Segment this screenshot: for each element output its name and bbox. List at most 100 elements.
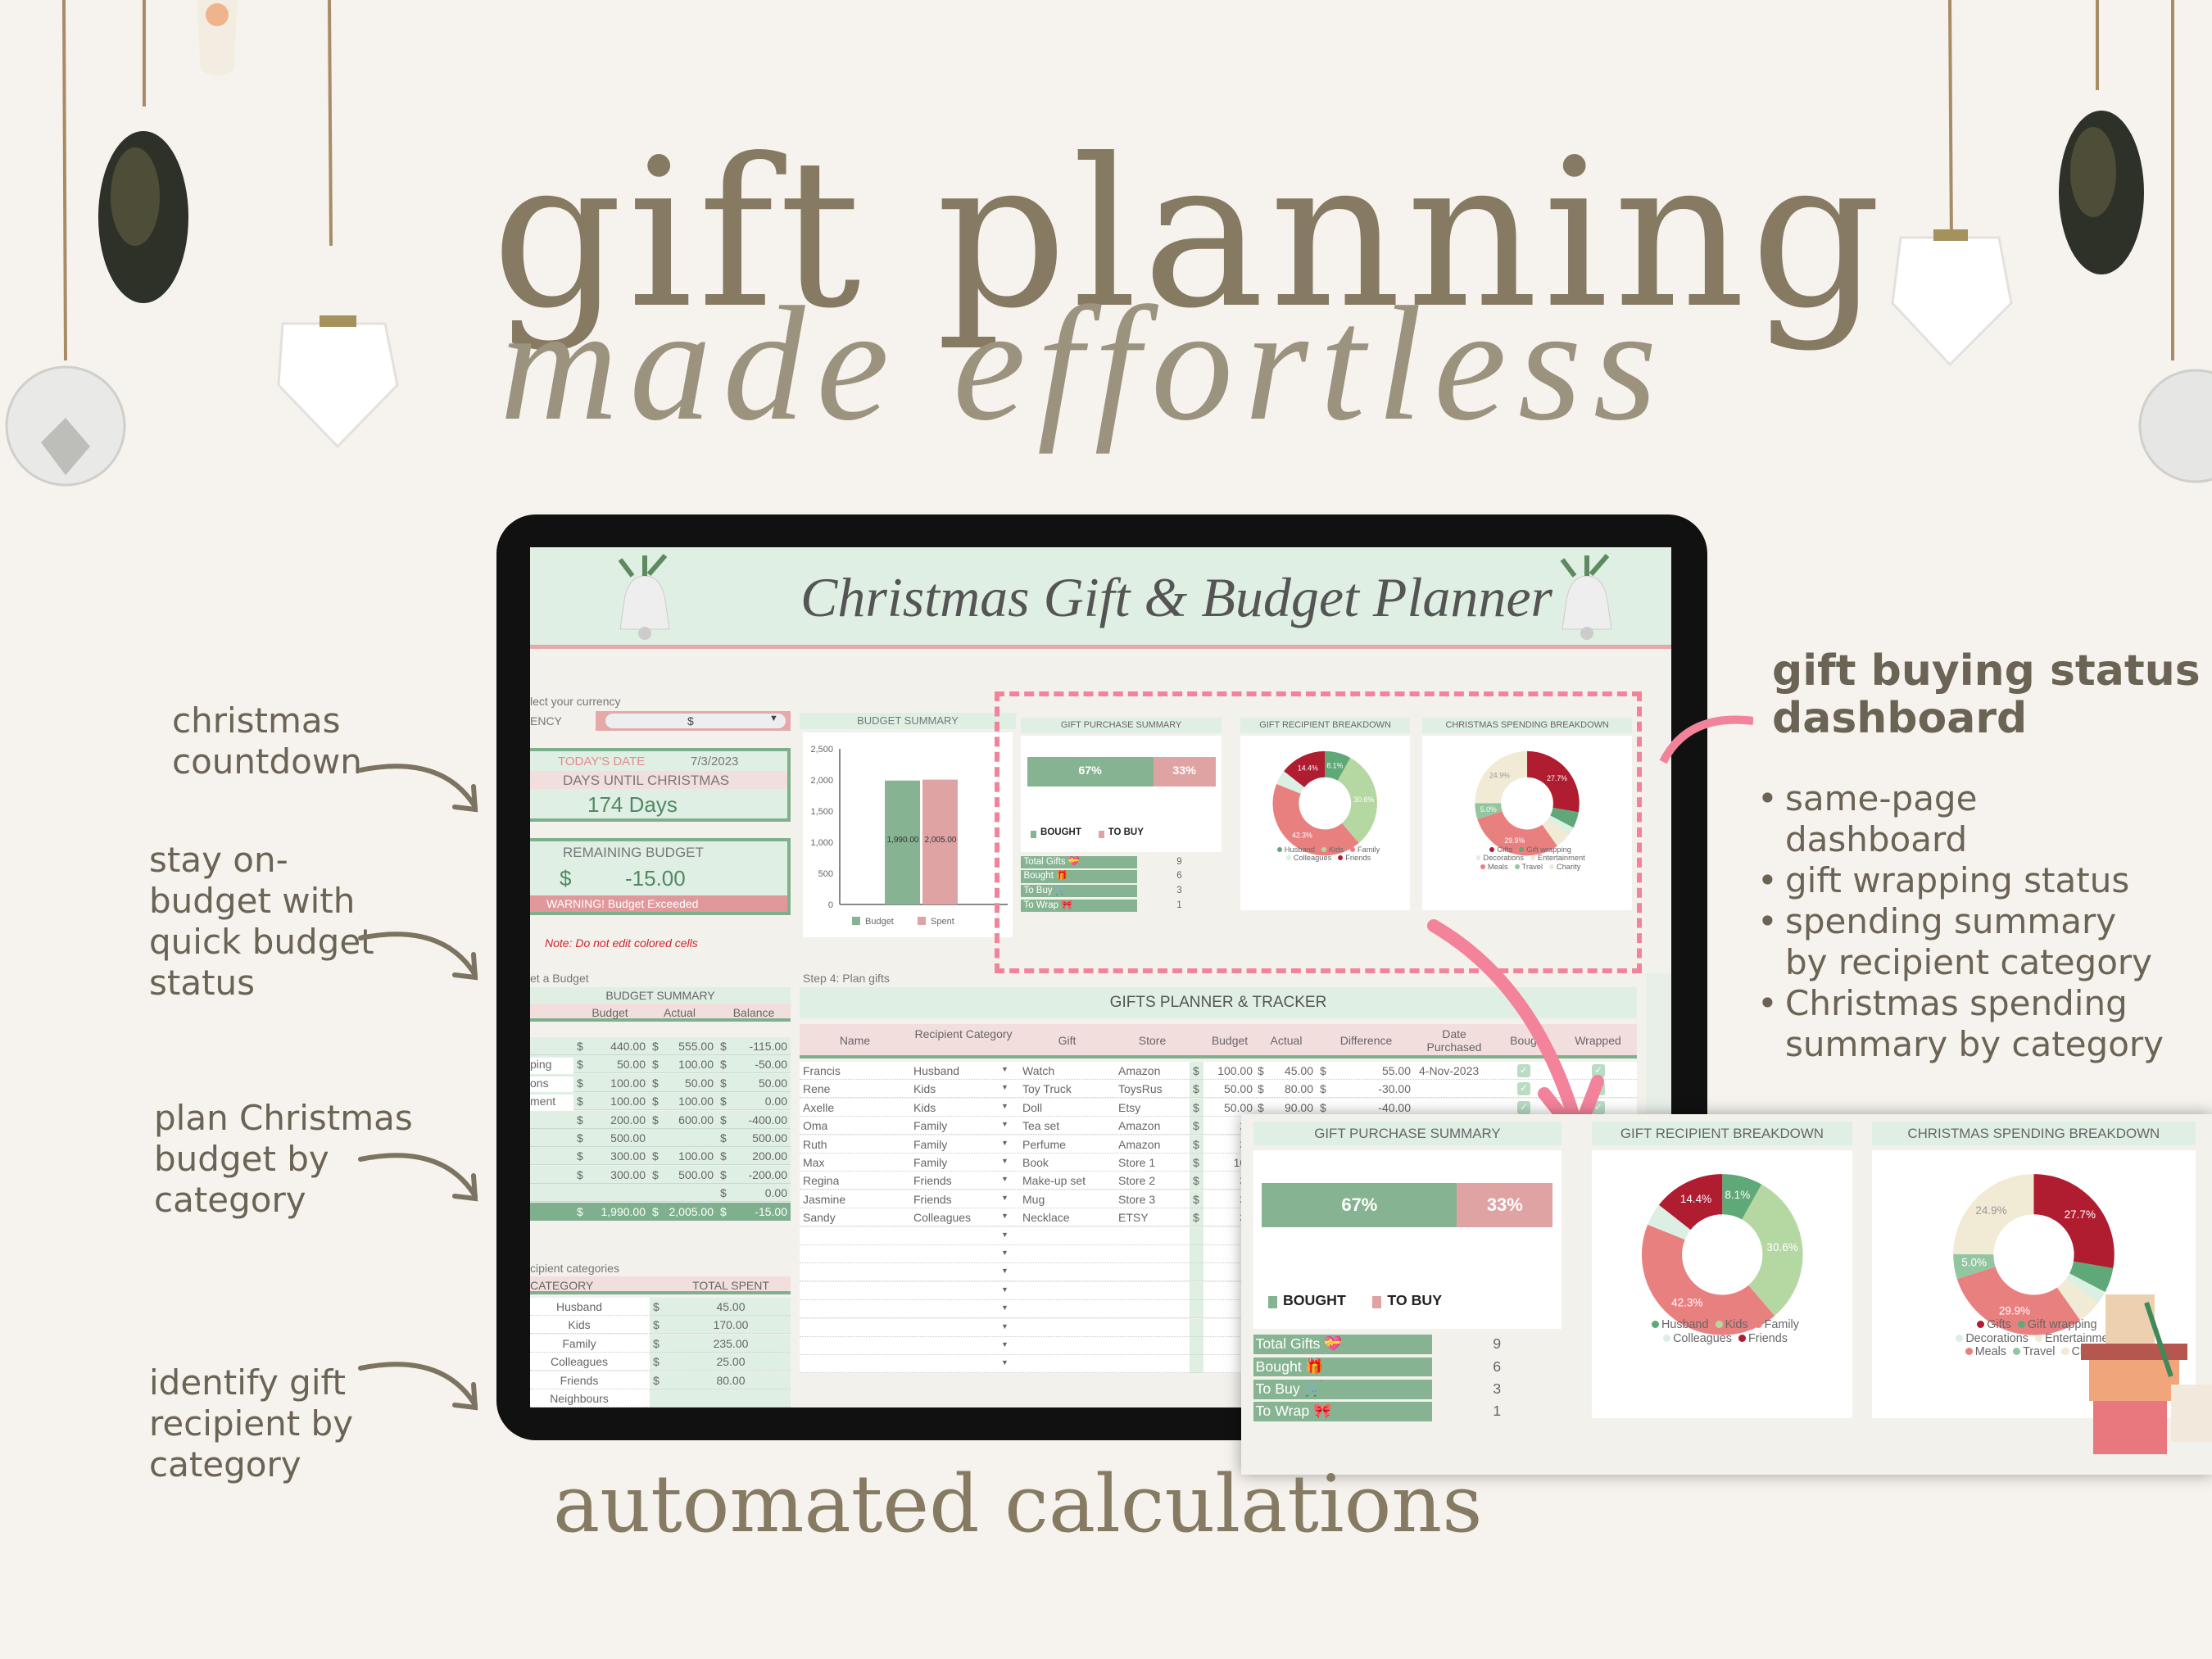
currency-symbol: $ <box>720 1113 727 1126</box>
category-label: ping <box>530 1058 573 1075</box>
recipient-category-cell[interactable]: Husband <box>913 1064 959 1077</box>
legend-row: Colleagues Friends <box>1592 1332 1853 1345</box>
gift-cell[interactable]: Make-up set <box>1022 1174 1086 1187</box>
chevron-down-icon[interactable]: ▼ <box>1001 1083 1009 1091</box>
store-cell[interactable]: Store 2 <box>1118 1174 1155 1187</box>
currency-symbol: $ <box>653 1373 660 1387</box>
gift-cell[interactable]: Necklace <box>1022 1211 1070 1224</box>
budget-value: 0.00 <box>764 1186 787 1200</box>
recipient-category-cell[interactable]: Friends <box>913 1193 952 1206</box>
gift-cell[interactable]: Watch <box>1022 1064 1054 1077</box>
bell-ornament-icon <box>618 554 670 640</box>
footer-tagline: automated calculations <box>553 1458 1483 1550</box>
name-cell[interactable]: Jasmine <box>803 1193 845 1206</box>
store-cell[interactable]: ETSY <box>1118 1211 1149 1224</box>
stat-value: 3 <box>1432 1379 1562 1399</box>
recipient-category-cell[interactable]: Kids <box>913 1101 936 1114</box>
currency-row: ENCY $ ▼ <box>530 711 791 731</box>
store-cell[interactable]: ToysRus <box>1118 1082 1163 1095</box>
budget-value: -400.00 <box>748 1113 787 1126</box>
column-header: Recipient Category <box>914 1027 1013 1040</box>
currency-symbol: $ <box>1320 1100 1326 1114</box>
feature-item: gift wrapping status <box>1757 860 2164 901</box>
budget-value: 600.00 <box>678 1113 714 1126</box>
y-tick-label: 0 <box>828 900 833 910</box>
chevron-down-icon[interactable]: ▼ <box>1001 1157 1009 1165</box>
store-cell[interactable]: Amazon <box>1118 1138 1160 1151</box>
currency-symbol: $ <box>1193 1174 1199 1188</box>
gift-cell[interactable]: Toy Truck <box>1022 1082 1072 1095</box>
column-header: TOTAL SPENT <box>692 1279 769 1292</box>
budget-cell[interactable]: 50.00 <box>1203 1082 1253 1095</box>
slice-gifts <box>2033 1173 2115 1268</box>
store-cell[interactable]: Amazon <box>1118 1119 1160 1132</box>
chevron-down-icon[interactable]: ▼ <box>1001 1340 1009 1349</box>
gift-cell[interactable]: Doll <box>1022 1101 1042 1114</box>
name-cell[interactable]: Max <box>803 1156 824 1169</box>
store-cell[interactable]: Store 1 <box>1118 1156 1155 1169</box>
stat-label: To Wrap 🎀 <box>1253 1402 1433 1421</box>
chevron-down-icon[interactable]: ▼ <box>1001 1249 1009 1257</box>
annotation-budget: stay on-budget with quick budget status <box>149 840 374 1003</box>
legend-label: TO BUY <box>1387 1291 1443 1308</box>
gift-cell[interactable]: Perfume <box>1022 1138 1066 1151</box>
currency-symbol: $ <box>653 1355 660 1369</box>
recipient-category-cell[interactable]: Family <box>913 1138 947 1151</box>
column-header: Name <box>839 1034 871 1047</box>
gift-cell[interactable]: Mug <box>1022 1193 1045 1206</box>
name-cell[interactable]: Rene <box>803 1082 830 1095</box>
actual-cell[interactable]: 90.00 <box>1267 1101 1313 1114</box>
gift-cell[interactable]: Book <box>1022 1156 1049 1169</box>
budget-total: 1,990.00 <box>601 1204 646 1218</box>
name-cell[interactable]: Axelle <box>803 1101 834 1114</box>
chevron-down-icon[interactable]: ▼ <box>1001 1065 1009 1073</box>
budget-value: 100.00 <box>678 1149 714 1163</box>
legend-swatch <box>1372 1296 1382 1308</box>
recipient-category-cell[interactable]: Colleagues <box>913 1211 971 1224</box>
column-header: Difference <box>1339 1034 1393 1047</box>
chevron-down-icon[interactable]: ▼ <box>1001 1120 1009 1128</box>
todays-date: 7/3/2023 <box>691 755 739 768</box>
bought-bar: 67% <box>1262 1182 1457 1228</box>
legend-label: Spent <box>931 917 954 927</box>
store-cell[interactable]: Amazon <box>1118 1064 1160 1077</box>
recipient-category-cell[interactable]: Family <box>913 1156 947 1169</box>
name-cell[interactable]: Sandy <box>803 1211 836 1224</box>
store-cell[interactable]: Store 3 <box>1118 1193 1155 1206</box>
name-cell[interactable]: Oma <box>803 1119 827 1132</box>
name-cell[interactable]: Ruth <box>803 1138 827 1151</box>
budget-value: 300.00 <box>610 1167 646 1181</box>
name-cell[interactable]: Regina <box>803 1174 839 1187</box>
currency-symbol: $ <box>652 1149 659 1163</box>
chevron-down-icon[interactable]: ▼ <box>1001 1102 1009 1110</box>
chevron-down-icon[interactable]: ▼ <box>1001 1139 1009 1147</box>
stat-value: 1 <box>1432 1402 1562 1421</box>
currency-symbol: $ <box>577 1149 583 1163</box>
currency-symbol: $ <box>652 1204 659 1218</box>
currency-symbol: $ <box>1320 1082 1326 1096</box>
hero-subtitle: made effortless <box>500 274 1669 455</box>
chevron-down-icon[interactable]: ▼ <box>1001 1322 1009 1330</box>
recipient-category-cell[interactable]: Kids <box>913 1082 936 1095</box>
category-total: 25.00 <box>716 1355 746 1369</box>
currency-symbol: $ <box>720 1058 727 1072</box>
recipient-category-cell[interactable]: Friends <box>913 1174 952 1187</box>
chevron-down-icon[interactable]: ▼ <box>1001 1303 1009 1312</box>
chevron-down-icon[interactable]: ▼ <box>1001 1194 1009 1202</box>
chevron-down-icon[interactable]: ▼ <box>1001 1267 1009 1275</box>
actual-cell[interactable]: 80.00 <box>1267 1082 1313 1095</box>
gift-cell[interactable]: Tea set <box>1022 1119 1059 1132</box>
currency-dropdown[interactable]: $ ▼ <box>605 714 786 728</box>
chevron-down-icon[interactable]: ▼ <box>1001 1212 1009 1220</box>
budget-cell[interactable]: 100.00 <box>1203 1064 1253 1077</box>
chevron-down-icon[interactable]: ▼ <box>1001 1285 1009 1294</box>
store-cell[interactable]: Etsy <box>1118 1101 1140 1114</box>
actual-cell[interactable]: 45.00 <box>1267 1064 1313 1077</box>
budget-value: 50.00 <box>684 1076 714 1090</box>
chevron-down-icon[interactable]: ▼ <box>1001 1231 1009 1239</box>
chevron-down-icon[interactable]: ▼ <box>1001 1175 1009 1183</box>
name-cell[interactable]: Francis <box>803 1064 841 1077</box>
recipient-category-cell[interactable]: Family <box>913 1119 947 1132</box>
budget-cell[interactable]: 50.00 <box>1203 1101 1253 1114</box>
chevron-down-icon[interactable]: ▼ <box>1001 1358 1009 1367</box>
